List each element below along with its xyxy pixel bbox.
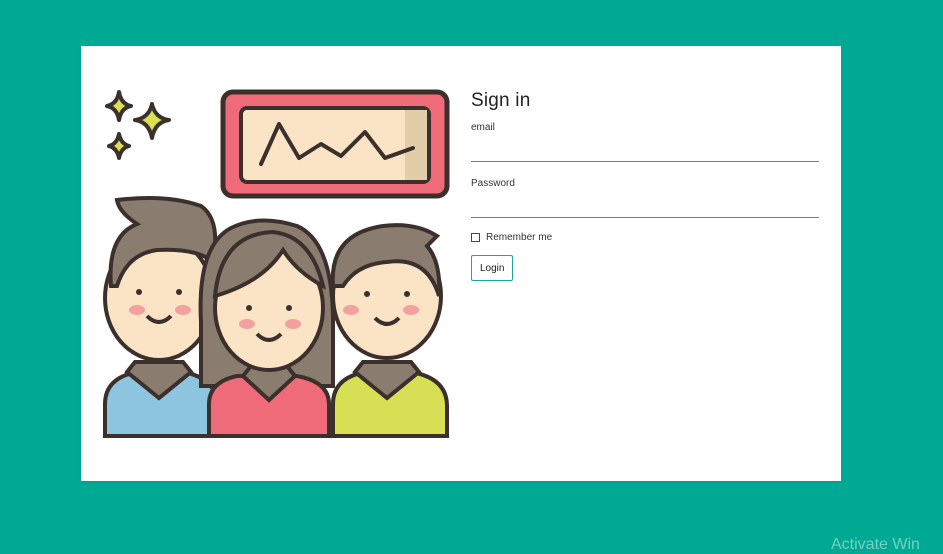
person-right-icon <box>330 223 449 438</box>
password-field[interactable] <box>471 193 819 218</box>
email-label: email <box>471 122 495 133</box>
team-illustration <box>97 86 457 446</box>
signin-title: Sign in <box>471 90 531 111</box>
login-card: Sign in email Password Remember me Login <box>81 46 841 481</box>
remember-me-checkbox[interactable] <box>471 233 480 242</box>
remember-me-row[interactable]: Remember me <box>471 232 821 243</box>
signin-form: Sign in email Password Remember me Login <box>471 90 821 281</box>
remember-me-label: Remember me <box>486 232 553 243</box>
team-people-illustration-icon <box>103 89 450 438</box>
person-middle-icon <box>198 218 335 438</box>
login-button[interactable]: Login <box>471 255 514 281</box>
sparkles-icon <box>105 90 171 160</box>
chart-board-icon <box>220 89 450 199</box>
activate-windows-watermark: Activate Win <box>831 536 920 553</box>
password-label: Password <box>471 178 515 189</box>
email-field[interactable] <box>471 137 819 162</box>
